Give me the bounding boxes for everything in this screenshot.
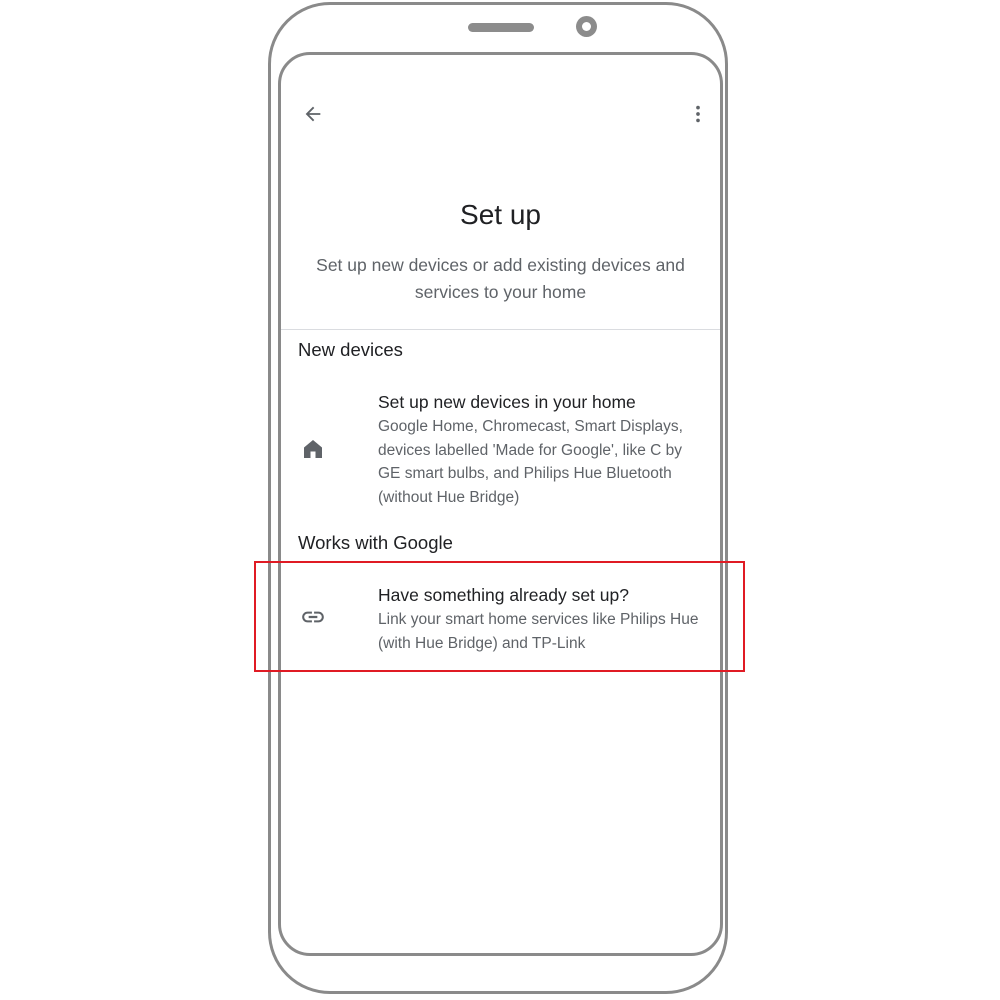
list-item-link-services[interactable]: Have something already set up? Link your… xyxy=(281,582,720,662)
link-icon xyxy=(300,604,326,630)
back-button[interactable] xyxy=(298,99,328,129)
home-icon xyxy=(300,436,326,462)
phone-camera xyxy=(576,16,597,37)
more-options-button[interactable] xyxy=(683,99,713,129)
section-header-new-devices: New devices xyxy=(298,339,403,360)
stage: Set up Set up new devices or add existin… xyxy=(0,0,1000,1000)
item-description: Link your smart home services like Phili… xyxy=(378,611,699,652)
page-subtitle: Set up new devices or add existing devic… xyxy=(316,255,685,302)
page-title: Set up xyxy=(460,199,541,230)
arrow-back-icon xyxy=(305,106,321,122)
phone-speaker xyxy=(468,23,534,32)
item-description: Google Home, Chromecast, Smart Displays,… xyxy=(378,418,683,506)
list-item-set-up-new-devices[interactable]: Set up new devices in your home Google H… xyxy=(281,389,720,511)
divider xyxy=(281,329,720,330)
item-title: Set up new devices in your home xyxy=(378,392,636,412)
more-vert-icon xyxy=(696,105,700,123)
section-header-works-with-google: Works with Google xyxy=(298,532,453,553)
item-title: Have something already set up? xyxy=(378,585,629,605)
phone-screen: Set up Set up new devices or add existin… xyxy=(278,52,723,956)
